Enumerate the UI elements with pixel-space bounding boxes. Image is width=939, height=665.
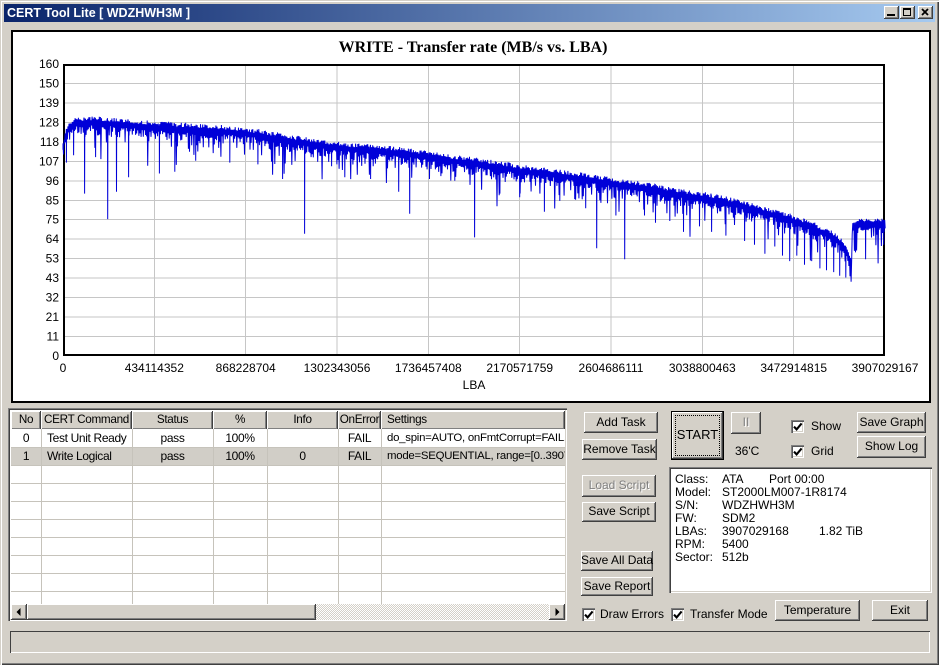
svg-text:434114352: 434114352 [125,361,185,375]
svg-text:3472914815: 3472914815 [760,361,827,375]
svg-text:53: 53 [46,252,60,266]
svg-text:1736457408: 1736457408 [395,361,462,375]
svg-text:64: 64 [46,232,60,246]
svg-text:43: 43 [46,271,60,285]
svg-text:139: 139 [39,96,59,110]
svg-text:2170571759: 2170571759 [486,361,553,375]
svg-text:128: 128 [39,115,59,129]
svg-text:3907029167: 3907029167 [852,361,919,375]
svg-text:21: 21 [46,310,60,324]
svg-text:1302343056: 1302343056 [304,361,371,375]
svg-text:150: 150 [39,77,59,91]
svg-text:3038800463: 3038800463 [669,361,736,375]
svg-text:96: 96 [46,174,60,188]
svg-text:0: 0 [60,361,67,375]
svg-text:LBA: LBA [463,378,486,392]
svg-text:85: 85 [46,193,60,207]
svg-text:868228704: 868228704 [216,361,276,375]
svg-text:WRITE - Transfer rate (MB/s vs: WRITE - Transfer rate (MB/s vs. LBA) [339,39,608,56]
svg-text:32: 32 [46,291,60,305]
svg-text:2604686111: 2604686111 [579,361,644,375]
svg-text:107: 107 [39,154,59,168]
svg-text:160: 160 [39,57,59,71]
svg-text:75: 75 [46,213,60,227]
svg-text:0: 0 [52,349,59,363]
svg-text:11: 11 [47,330,60,344]
svg-text:118: 118 [40,135,59,149]
